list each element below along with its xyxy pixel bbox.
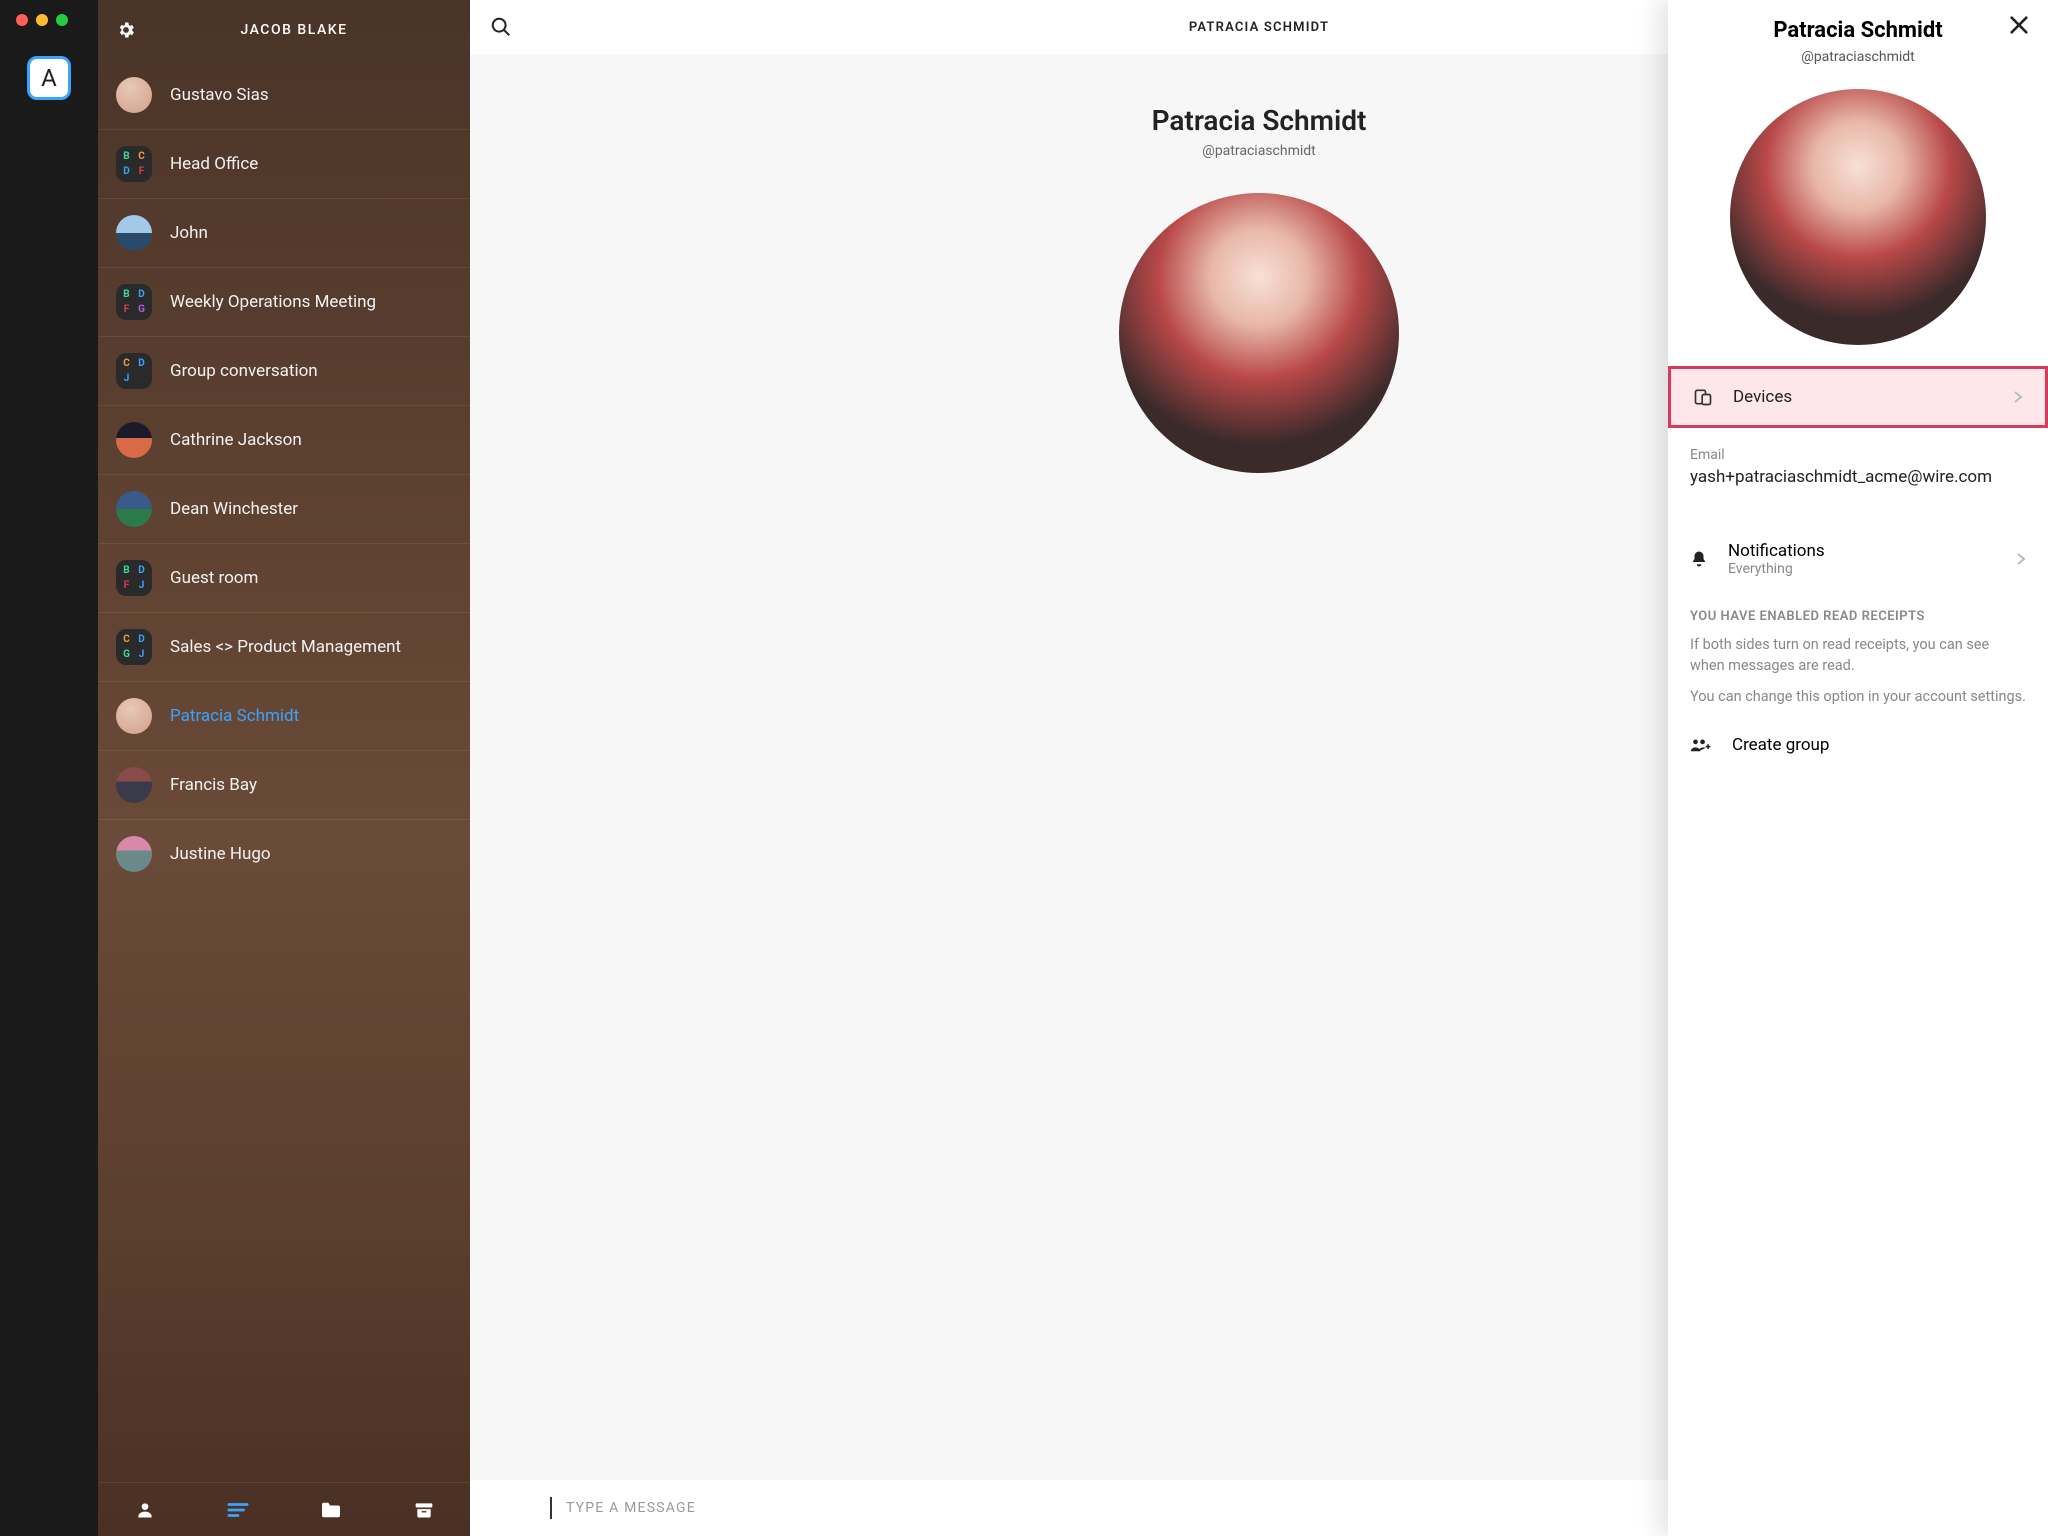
- sidebar-header: JACOB BLAKE: [98, 0, 470, 60]
- search-icon[interactable]: [490, 16, 512, 38]
- app-rail: A: [0, 0, 98, 1536]
- group-avatar: CDJ: [116, 353, 152, 389]
- profile-avatar: [1730, 89, 1986, 345]
- conversation-item[interactable]: Dean Winchester: [98, 474, 470, 543]
- group-avatar: BCDF: [116, 146, 152, 182]
- conversation-list: Gustavo Sias BCDF Head Office John BDFG Weekl…: [98, 60, 470, 1482]
- create-group-icon: [1690, 737, 1712, 753]
- create-group-label: Create group: [1732, 735, 1829, 755]
- profile-name: Patracia Schmidt: [1688, 18, 2028, 43]
- minimize-window-icon[interactable]: [36, 14, 48, 26]
- contact-avatar: [1119, 193, 1399, 473]
- conversation-label: Sales <> Product Management: [170, 637, 401, 657]
- contact-handle: @patraciaschmidt: [1202, 143, 1315, 159]
- read-receipts-p1: If both sides turn on read receipts, you…: [1690, 634, 2026, 676]
- conversation-item[interactable]: CDJ Group conversation: [98, 336, 470, 405]
- user-avatar: [116, 836, 152, 872]
- email-section: Email yash+patraciaschmidt_acme@wire.com: [1668, 425, 2048, 497]
- conversation-label: Guest room: [170, 568, 258, 588]
- sidebar-tabs: [98, 1482, 470, 1536]
- account-name[interactable]: JACOB BLAKE: [136, 22, 452, 38]
- gear-icon[interactable]: [116, 20, 136, 40]
- conversation-item[interactable]: Patracia Schmidt: [98, 681, 470, 750]
- user-avatar: [116, 422, 152, 458]
- workspace-switcher[interactable]: A: [27, 56, 71, 100]
- conversation-label: Head Office: [170, 154, 258, 174]
- conversation-label: Francis Bay: [170, 775, 257, 795]
- email-label: Email: [1690, 447, 2026, 463]
- notifications-value: Everything: [1728, 561, 2016, 577]
- devices-icon: [1693, 387, 1713, 407]
- conversation-view: PATRACIA SCHMIDT Patracia Schmidt @patra…: [470, 0, 2048, 1536]
- user-avatar: [116, 698, 152, 734]
- window-controls: [0, 14, 68, 26]
- conversation-label: Weekly Operations Meeting: [170, 292, 376, 312]
- profile-panel: Patracia Schmidt @patraciaschmidt Device…: [1668, 0, 2048, 1536]
- notifications-label: Notifications: [1728, 541, 2016, 561]
- workspace-letter: A: [41, 64, 57, 92]
- tab-archive[interactable]: [412, 1498, 436, 1522]
- compose-cursor: [550, 1497, 552, 1519]
- conversation-item[interactable]: John: [98, 198, 470, 267]
- conversation-item[interactable]: BDFG Weekly Operations Meeting: [98, 267, 470, 336]
- read-receipts-section: YOU HAVE ENABLED READ RECEIPTS If both s…: [1668, 591, 2048, 717]
- conversation-item[interactable]: Cathrine Jackson: [98, 405, 470, 474]
- contact-name: Patracia Schmidt: [1152, 104, 1367, 137]
- user-avatar: [116, 215, 152, 251]
- user-avatar: [116, 767, 152, 803]
- close-icon[interactable]: [2008, 14, 2030, 36]
- create-group-row[interactable]: Create group: [1668, 717, 2048, 773]
- user-avatar: [116, 491, 152, 527]
- read-receipts-heading: YOU HAVE ENABLED READ RECEIPTS: [1690, 609, 2026, 624]
- devices-row[interactable]: Devices: [1668, 366, 2048, 428]
- tab-contacts[interactable]: [133, 1498, 157, 1522]
- bell-icon: [1690, 549, 1708, 569]
- conversation-label: Cathrine Jackson: [170, 430, 302, 450]
- chevron-right-icon: [2013, 390, 2023, 404]
- group-avatar: BDFG: [116, 284, 152, 320]
- email-value: yash+patraciaschmidt_acme@wire.com: [1690, 467, 2026, 487]
- conversation-item[interactable]: Francis Bay: [98, 750, 470, 819]
- read-receipts-p2: You can change this option in your accou…: [1690, 686, 2026, 707]
- conversation-label: Group conversation: [170, 361, 318, 381]
- conversation-item[interactable]: BDFJ Guest room: [98, 543, 470, 612]
- devices-label: Devices: [1733, 387, 2013, 407]
- tab-conversations[interactable]: [226, 1498, 250, 1522]
- chevron-right-icon: [2016, 552, 2026, 566]
- maximize-window-icon[interactable]: [56, 14, 68, 26]
- tab-folders[interactable]: [319, 1498, 343, 1522]
- conversation-label: John: [170, 223, 208, 243]
- conversation-item[interactable]: BCDF Head Office: [98, 129, 470, 198]
- notifications-row[interactable]: Notifications Everything: [1668, 527, 2048, 591]
- profile-header: Patracia Schmidt @patraciaschmidt: [1668, 18, 2048, 65]
- group-avatar: CDGJ: [116, 629, 152, 665]
- group-avatar: BDFJ: [116, 560, 152, 596]
- conversation-label: Dean Winchester: [170, 499, 298, 519]
- compose-placeholder: TYPE A MESSAGE: [566, 1500, 696, 1516]
- conversation-item[interactable]: Gustavo Sias: [98, 60, 470, 129]
- sidebar: JACOB BLAKE Gustavo Sias BCDF Head Office J…: [98, 0, 470, 1536]
- close-window-icon[interactable]: [16, 14, 28, 26]
- conversation-item[interactable]: Justine Hugo: [98, 819, 470, 888]
- profile-handle: @patraciaschmidt: [1688, 49, 2028, 65]
- conversation-label: Justine Hugo: [170, 844, 271, 864]
- conversation-label: Gustavo Sias: [170, 85, 269, 105]
- conversation-label: Patracia Schmidt: [170, 706, 299, 726]
- conversation-item[interactable]: CDGJ Sales <> Product Management: [98, 612, 470, 681]
- user-avatar: [116, 77, 152, 113]
